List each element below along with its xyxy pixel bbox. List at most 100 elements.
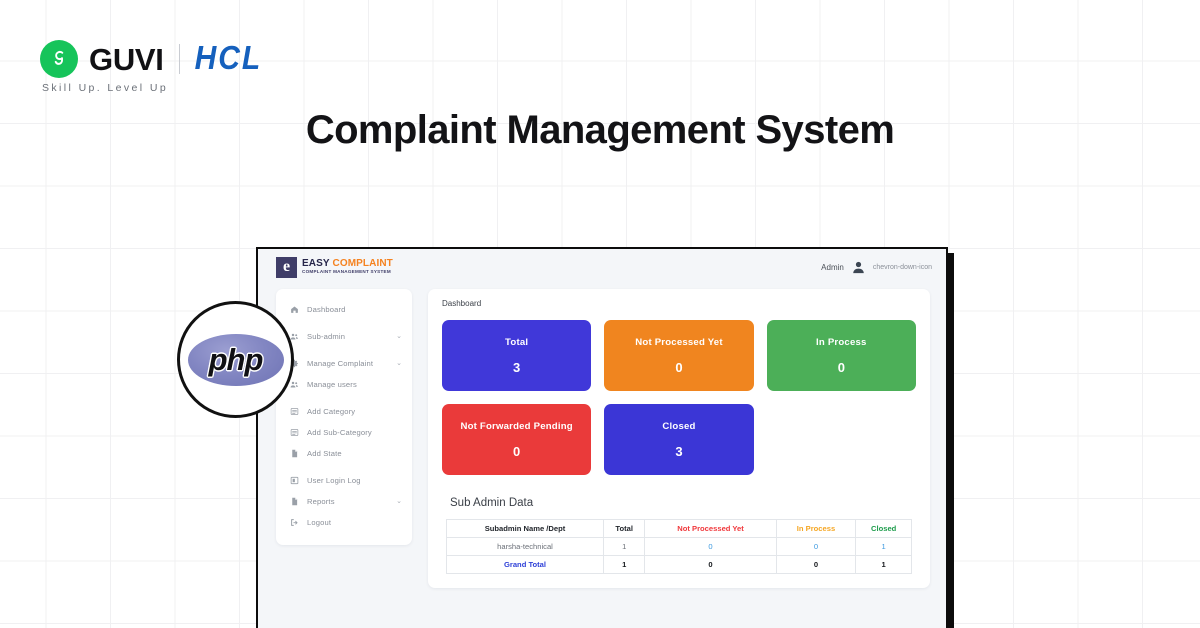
subadmin-table: Subadmin Name /Dept Total Not Processed Ye… <box>445 518 912 575</box>
sidebar-item-label: User Login Log <box>307 475 361 485</box>
chevron-down-icon[interactable]: ⌄ <box>396 360 402 367</box>
sidebar-item-manage-complaint[interactable]: Manage Complaint ⌄ <box>276 353 412 374</box>
topbar-user-area[interactable]: Admin chevron-down-icon <box>821 260 932 275</box>
sidebar-item-add-sub-category[interactable]: Add Sub-Category <box>276 422 412 443</box>
sidebar-item-label: Logout <box>307 517 332 527</box>
subadmin-section-title: Sub Admin Data <box>450 497 534 509</box>
app-body: Dashboard Sub-admin ⌄ Manage Complaint ⌄ Mana… <box>258 285 946 589</box>
subadmin-table-wrap: Subadmin Name /Dept Total Not Processed Ye… <box>442 518 916 575</box>
main-content: Dashboard Total 3 Not Processed Yet 0 In Pro… <box>428 289 930 589</box>
device-frame-shadow <box>948 253 954 628</box>
poster-stage: GUVI HCL Skill Up. Level Up Complaint Ma… <box>0 0 1200 628</box>
table-column-header: Not Processed Yet <box>644 518 777 539</box>
sidebar-item-label: Sub-admin <box>307 331 346 341</box>
subadmin-table-head: Subadmin Name /Dept Total Not Processed Ye… <box>445 518 912 539</box>
users-icon <box>290 381 299 388</box>
table-column-header: Subadmin Name /Dept <box>445 518 605 539</box>
home-icon <box>291 306 298 313</box>
sidebar-item-label: Manage users <box>307 379 357 389</box>
sidebar-item-label: Manage Complaint <box>307 358 374 368</box>
stat-card-value: 0 <box>675 359 683 375</box>
guvi-wordmark: GUVI <box>89 41 164 77</box>
log-icon <box>290 476 299 485</box>
stat-card-closed[interactable]: Closed 3 <box>604 404 754 475</box>
stat-card-value: 0 <box>513 443 521 459</box>
stat-card-not-forwarded-pending[interactable]: Not Forwarded Pending 0 <box>442 404 592 475</box>
table-cell-total: 1 <box>603 537 646 557</box>
grand-total-closed: 1 <box>855 555 912 575</box>
users-icon <box>290 333 299 340</box>
brand-lockup: GUVI HCL Skill Up. Level Up <box>40 40 262 94</box>
sidebar-item-manage-users[interactable]: Manage users <box>276 374 412 395</box>
guvi-g-icon <box>40 40 78 78</box>
sidebar-item-dashboard[interactable]: Dashboard <box>276 299 412 320</box>
table-column-header: Total <box>603 518 646 539</box>
grand-total-not-processed: 0 <box>644 555 777 575</box>
app-logo-title-complaint: COMPLAINT <box>332 258 393 270</box>
chevron-down-icon[interactable]: ⌄ <box>396 498 402 505</box>
stat-card-not-processed-yet[interactable]: Not Processed Yet 0 <box>604 320 754 391</box>
sidebar-item-add-state[interactable]: Add State <box>276 443 412 464</box>
guvi-tagline: Skill Up. Level Up <box>42 82 169 94</box>
table-row-grand-total: Grand Total 1 0 0 1 <box>445 555 912 575</box>
table-cell-in-process[interactable]: 0 <box>775 537 857 557</box>
app-logo[interactable]: e EASY COMPLAINT COMPLAINT MANAGEMENT SY… <box>276 256 393 278</box>
php-ellipse: php <box>187 333 284 386</box>
app-logo-title: EASY COMPLAINT <box>302 259 393 269</box>
stat-card-title: Total <box>505 336 529 348</box>
sidebar-item-label: Add Category <box>307 406 356 416</box>
table-header-row: Subadmin Name /Dept Total Not Processed Ye… <box>445 518 912 539</box>
sidebar-item-user-login-log[interactable]: User Login Log <box>276 470 412 491</box>
user-avatar-icon[interactable] <box>851 260 866 275</box>
sidebar-item-label: Dashboard <box>307 304 346 314</box>
chevron-down-icon[interactable]: chevron-down-icon <box>873 264 932 271</box>
table-cell-not-processed[interactable]: 0 <box>644 537 777 557</box>
table-cell-closed[interactable]: 1 <box>855 537 912 557</box>
stat-card-row-1: Total 3 Not Processed Yet 0 In Process 0 <box>442 320 916 391</box>
sidebar-item-sub-admin[interactable]: Sub-admin ⌄ <box>276 326 412 347</box>
dashboard-heading: Dashboard <box>442 299 482 308</box>
app-window: e EASY COMPLAINT COMPLAINT MANAGEMENT SY… <box>256 247 948 628</box>
stat-row-spacer <box>767 404 916 475</box>
subadmin-table-body: harsha-technical 1 0 0 1 Grand Total 1 0 0 1 <box>445 537 912 575</box>
hcl-wordmark: HCL <box>194 39 263 77</box>
stat-card-in-process[interactable]: In Process 0 <box>766 320 916 391</box>
php-label: php <box>208 341 264 377</box>
stat-card-value: 0 <box>837 359 845 375</box>
page-title: Complaint Management System <box>305 108 895 152</box>
chevron-down-icon[interactable]: ⌄ <box>396 333 402 340</box>
table-column-header: In Process <box>775 518 857 539</box>
stat-card-title: Not Forwarded Pending <box>460 420 573 432</box>
stat-card-total[interactable]: Total 3 <box>442 320 592 391</box>
grand-total-in-process: 0 <box>775 555 857 575</box>
brand-row: GUVI HCL <box>40 40 262 78</box>
sidebar-item-add-category[interactable]: Add Category <box>276 401 412 422</box>
list-icon <box>290 408 299 415</box>
grand-total-name: Grand Total <box>445 555 605 575</box>
easy-complaint-glyph-icon: e <box>276 256 297 278</box>
stat-card-title: Closed <box>662 420 696 432</box>
app-logo-title-easy: EASY <box>302 258 330 270</box>
table-column-header: Closed <box>855 518 912 539</box>
vertical-divider-icon <box>178 44 180 74</box>
app-logo-text: EASY COMPLAINT COMPLAINT MANAGEMENT SYST… <box>302 259 393 275</box>
file-icon <box>292 449 298 458</box>
stat-card-row-2: Not Forwarded Pending 0 Closed 3 <box>442 404 916 475</box>
stat-card-title: Not Processed Yet <box>635 336 723 348</box>
sidebar-item-label: Reports <box>307 496 335 506</box>
sidebar-item-label: Add Sub-Category <box>307 427 372 437</box>
stat-card-value: 3 <box>675 443 683 459</box>
table-cell-name: harsha-technical <box>445 537 605 557</box>
sidebar-item-logout[interactable]: Logout <box>276 512 412 533</box>
grand-total-total: 1 <box>603 555 646 575</box>
sidebar-item-reports[interactable]: Reports ⌄ <box>276 491 412 512</box>
app-topbar: e EASY COMPLAINT COMPLAINT MANAGEMENT SY… <box>258 249 946 285</box>
stat-card-title: In Process <box>816 336 867 348</box>
table-row: harsha-technical 1 0 0 1 <box>445 537 912 557</box>
stat-card-value: 3 <box>513 359 521 375</box>
php-logo-icon: php <box>177 301 294 418</box>
admin-label: Admin <box>821 262 844 272</box>
sidebar-item-label: Add State <box>307 448 342 458</box>
sidebar: Dashboard Sub-admin ⌄ Manage Complaint ⌄ Mana… <box>276 289 412 545</box>
dashboard-panel: Dashboard Total 3 Not Processed Yet 0 In Pro… <box>428 289 930 589</box>
